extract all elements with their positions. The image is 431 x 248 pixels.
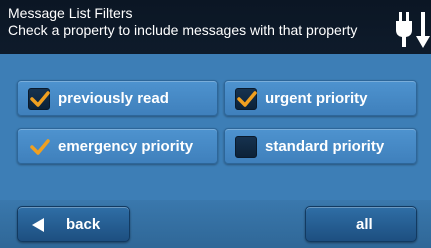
filter-panel xyxy=(0,54,431,200)
filter-previously-read[interactable]: previously read xyxy=(17,80,218,116)
checkmark-icon xyxy=(30,91,50,107)
checkbox-standard-priority[interactable] xyxy=(235,136,257,158)
filter-label: standard priority xyxy=(265,138,385,155)
back-button-label: back xyxy=(66,216,101,233)
filter-label: urgent priority xyxy=(265,90,368,107)
filter-label: emergency priority xyxy=(58,138,194,155)
filter-emergency-priority[interactable]: emergency priority xyxy=(17,128,218,164)
filter-label: previously read xyxy=(58,90,169,107)
checkmark-icon xyxy=(237,91,257,107)
all-button-label: all xyxy=(356,216,373,233)
page-title: Message List Filters xyxy=(8,5,133,21)
back-button[interactable]: back xyxy=(17,206,130,242)
filter-standard-priority[interactable]: standard priority xyxy=(224,128,417,164)
plug-icon xyxy=(396,12,430,48)
page-subtitle: Check a property to include messages wit… xyxy=(8,22,358,38)
filter-urgent-priority[interactable]: urgent priority xyxy=(224,80,417,116)
checkmark-icon[interactable] xyxy=(28,136,52,158)
header-bar: Message List Filters Check a property to… xyxy=(0,0,431,54)
all-button[interactable]: all xyxy=(305,206,417,242)
left-arrow-icon xyxy=(32,218,44,232)
